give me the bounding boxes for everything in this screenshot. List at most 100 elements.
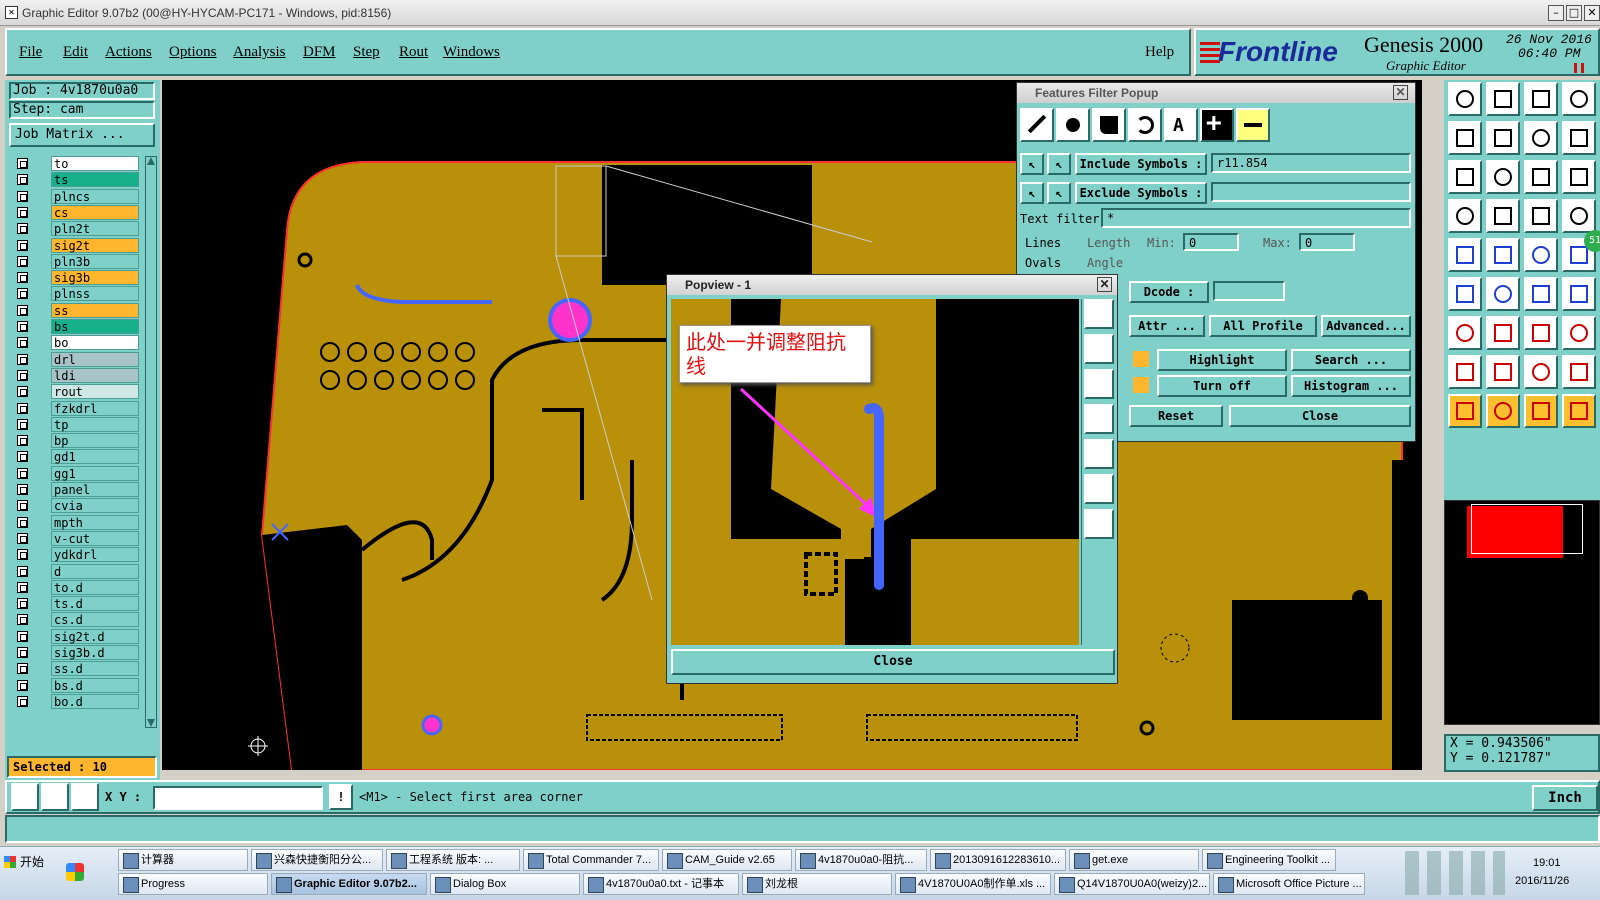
layer-name[interactable]: ldi xyxy=(51,367,139,383)
units-selector[interactable]: Inch xyxy=(1532,785,1598,811)
layer-name[interactable]: v-cut xyxy=(51,530,139,546)
shape-tool-icon[interactable] xyxy=(1486,355,1520,389)
positive-polarity-button[interactable]: + xyxy=(1200,108,1234,142)
profile-tool-icon[interactable] xyxy=(1448,277,1482,311)
fit-icon[interactable] xyxy=(1084,474,1114,504)
layer-checkbox[interactable] xyxy=(17,679,28,691)
line-symbol-button[interactable] xyxy=(1020,108,1054,142)
taskbar-item[interactable]: 兴森快捷衡阳分公... xyxy=(251,849,383,871)
attr-button[interactable]: Attr ... xyxy=(1129,315,1205,337)
pattern-tool-icon[interactable] xyxy=(1562,277,1596,311)
layer-checkbox[interactable] xyxy=(17,663,28,675)
route-tool-icon[interactable] xyxy=(1524,199,1558,233)
layer-name[interactable]: ss xyxy=(51,302,139,318)
layer-name[interactable]: pln2t xyxy=(51,221,139,237)
layer-checkbox[interactable] xyxy=(17,484,28,495)
menu-step[interactable]: Step xyxy=(353,44,380,61)
close-button[interactable]: ✕ xyxy=(1584,5,1600,21)
layer-checkbox[interactable] xyxy=(17,190,28,202)
all-profile-button[interactable]: All Profile xyxy=(1209,315,1317,337)
arc-symbol-button[interactable] xyxy=(1128,108,1162,142)
layer-checkbox[interactable] xyxy=(17,516,28,528)
layer-checkbox[interactable] xyxy=(17,174,28,186)
taskbar-item[interactable]: 工程系统 版本: ... xyxy=(386,849,520,871)
align-tool-icon[interactable] xyxy=(1486,277,1520,311)
pause-icon[interactable] xyxy=(1574,63,1584,73)
layer-name[interactable]: sig2t.d xyxy=(51,628,139,644)
scroll-down-icon[interactable] xyxy=(147,719,155,727)
include-arrow-a[interactable]: ↖ xyxy=(1020,153,1044,175)
lines-label[interactable]: Lines xyxy=(1025,236,1061,250)
taskbar-item[interactable]: 计算器 xyxy=(118,849,248,871)
grid-icon[interactable] xyxy=(71,783,99,811)
exclude-symbols-button[interactable]: Exclude Symbols : xyxy=(1075,182,1207,204)
layer-name[interactable]: sig2t xyxy=(51,237,139,253)
highlight-button[interactable]: Highlight xyxy=(1157,349,1287,371)
ovals-label[interactable]: Ovals xyxy=(1025,256,1061,270)
move-tool-icon[interactable] xyxy=(1486,82,1520,116)
menu-actions[interactable]: Actions xyxy=(105,44,152,61)
layer-name[interactable]: plncs xyxy=(51,188,139,204)
net-tool-icon[interactable] xyxy=(1562,394,1596,428)
layer-checkbox[interactable] xyxy=(17,304,28,316)
layer-checkbox[interactable] xyxy=(17,158,28,169)
layer-name[interactable]: fzkdrl xyxy=(51,400,139,416)
layer-checkbox[interactable] xyxy=(17,549,28,561)
layer-name[interactable]: sig3b xyxy=(51,270,139,286)
clock-time[interactable]: 19:01 xyxy=(1533,857,1561,869)
layer-name[interactable]: ts.d xyxy=(51,596,139,612)
layer-name[interactable]: plnss xyxy=(51,286,139,302)
taskbar-item[interactable]: Total Commander 7... xyxy=(523,849,659,871)
surface-symbol-button[interactable] xyxy=(1092,108,1126,142)
layer-name[interactable]: ss.d xyxy=(51,661,139,677)
minimize-button[interactable]: – xyxy=(1548,5,1564,21)
menu-edit[interactable]: Edit xyxy=(63,44,88,61)
area-tool-icon[interactable] xyxy=(1486,394,1520,428)
taskbar-item[interactable]: Engineering Toolkit ... xyxy=(1202,849,1336,871)
layer-name[interactable]: ts xyxy=(51,172,139,188)
help-tool-icon[interactable] xyxy=(1562,160,1596,194)
filter-close-button[interactable]: Close xyxy=(1229,405,1411,427)
layer-name[interactable]: bp xyxy=(51,433,139,449)
alert-icon[interactable]: ! xyxy=(329,784,353,810)
include-symbols-button[interactable]: Include Symbols : xyxy=(1075,153,1207,175)
turn-off-button[interactable]: Turn off xyxy=(1157,375,1287,397)
snap-icon[interactable] xyxy=(11,783,39,811)
reset-button[interactable]: Reset xyxy=(1129,405,1223,427)
break-tool-icon[interactable] xyxy=(1524,238,1558,272)
layer-checkbox[interactable] xyxy=(17,435,28,447)
layer-name[interactable]: panel xyxy=(51,482,139,497)
pan-left-icon[interactable] xyxy=(1084,404,1114,434)
menu-file[interactable]: File xyxy=(19,44,42,61)
layer-checkbox[interactable] xyxy=(17,272,28,284)
length-min-field[interactable]: 0 xyxy=(1183,233,1239,251)
taskbar-item[interactable]: 4v1870u0a0-阻抗... xyxy=(795,849,927,871)
layer-checkbox[interactable] xyxy=(17,581,28,593)
taskbar-item[interactable]: 刘龙根 xyxy=(742,873,892,895)
pad-symbol-button[interactable] xyxy=(1056,108,1090,142)
layer-name[interactable]: tp xyxy=(51,416,139,432)
overview-map[interactable] xyxy=(1444,500,1600,725)
exclude-arrow-a[interactable]: ↖ xyxy=(1020,182,1044,204)
xy-input[interactable] xyxy=(153,786,323,810)
resize-tool-icon[interactable] xyxy=(1562,82,1596,116)
menu-dfm[interactable]: DFM xyxy=(303,44,336,61)
text-symbol-button[interactable]: A xyxy=(1164,108,1198,142)
triangle-tool-icon[interactable] xyxy=(1448,355,1482,389)
layer-checkbox[interactable] xyxy=(17,614,28,626)
dcode-field[interactable] xyxy=(1213,281,1285,301)
layer-name[interactable]: d xyxy=(51,563,139,579)
layer-name[interactable]: gg1 xyxy=(51,465,139,481)
taskbar-item[interactable]: Q14V1870U0A0(weizy)2... xyxy=(1054,873,1210,895)
popview-close-icon[interactable]: ✕ xyxy=(1097,277,1112,292)
layer-name[interactable]: to xyxy=(51,156,139,171)
filter-tool-icon[interactable] xyxy=(1562,316,1596,350)
polarity-tool-icon[interactable] xyxy=(1486,316,1520,350)
transform-tool-icon[interactable] xyxy=(1448,160,1482,194)
exclude-arrow-b[interactable]: ↖ xyxy=(1047,182,1071,204)
taskbar-item[interactable]: Progress xyxy=(118,873,268,895)
connect-tool-icon[interactable] xyxy=(1448,238,1482,272)
layer-checkbox[interactable] xyxy=(17,369,28,381)
job-matrix-button[interactable]: Job Matrix ... xyxy=(9,123,155,147)
popview-canvas[interactable]: 此处一并调整阻抗线 xyxy=(671,299,1079,645)
